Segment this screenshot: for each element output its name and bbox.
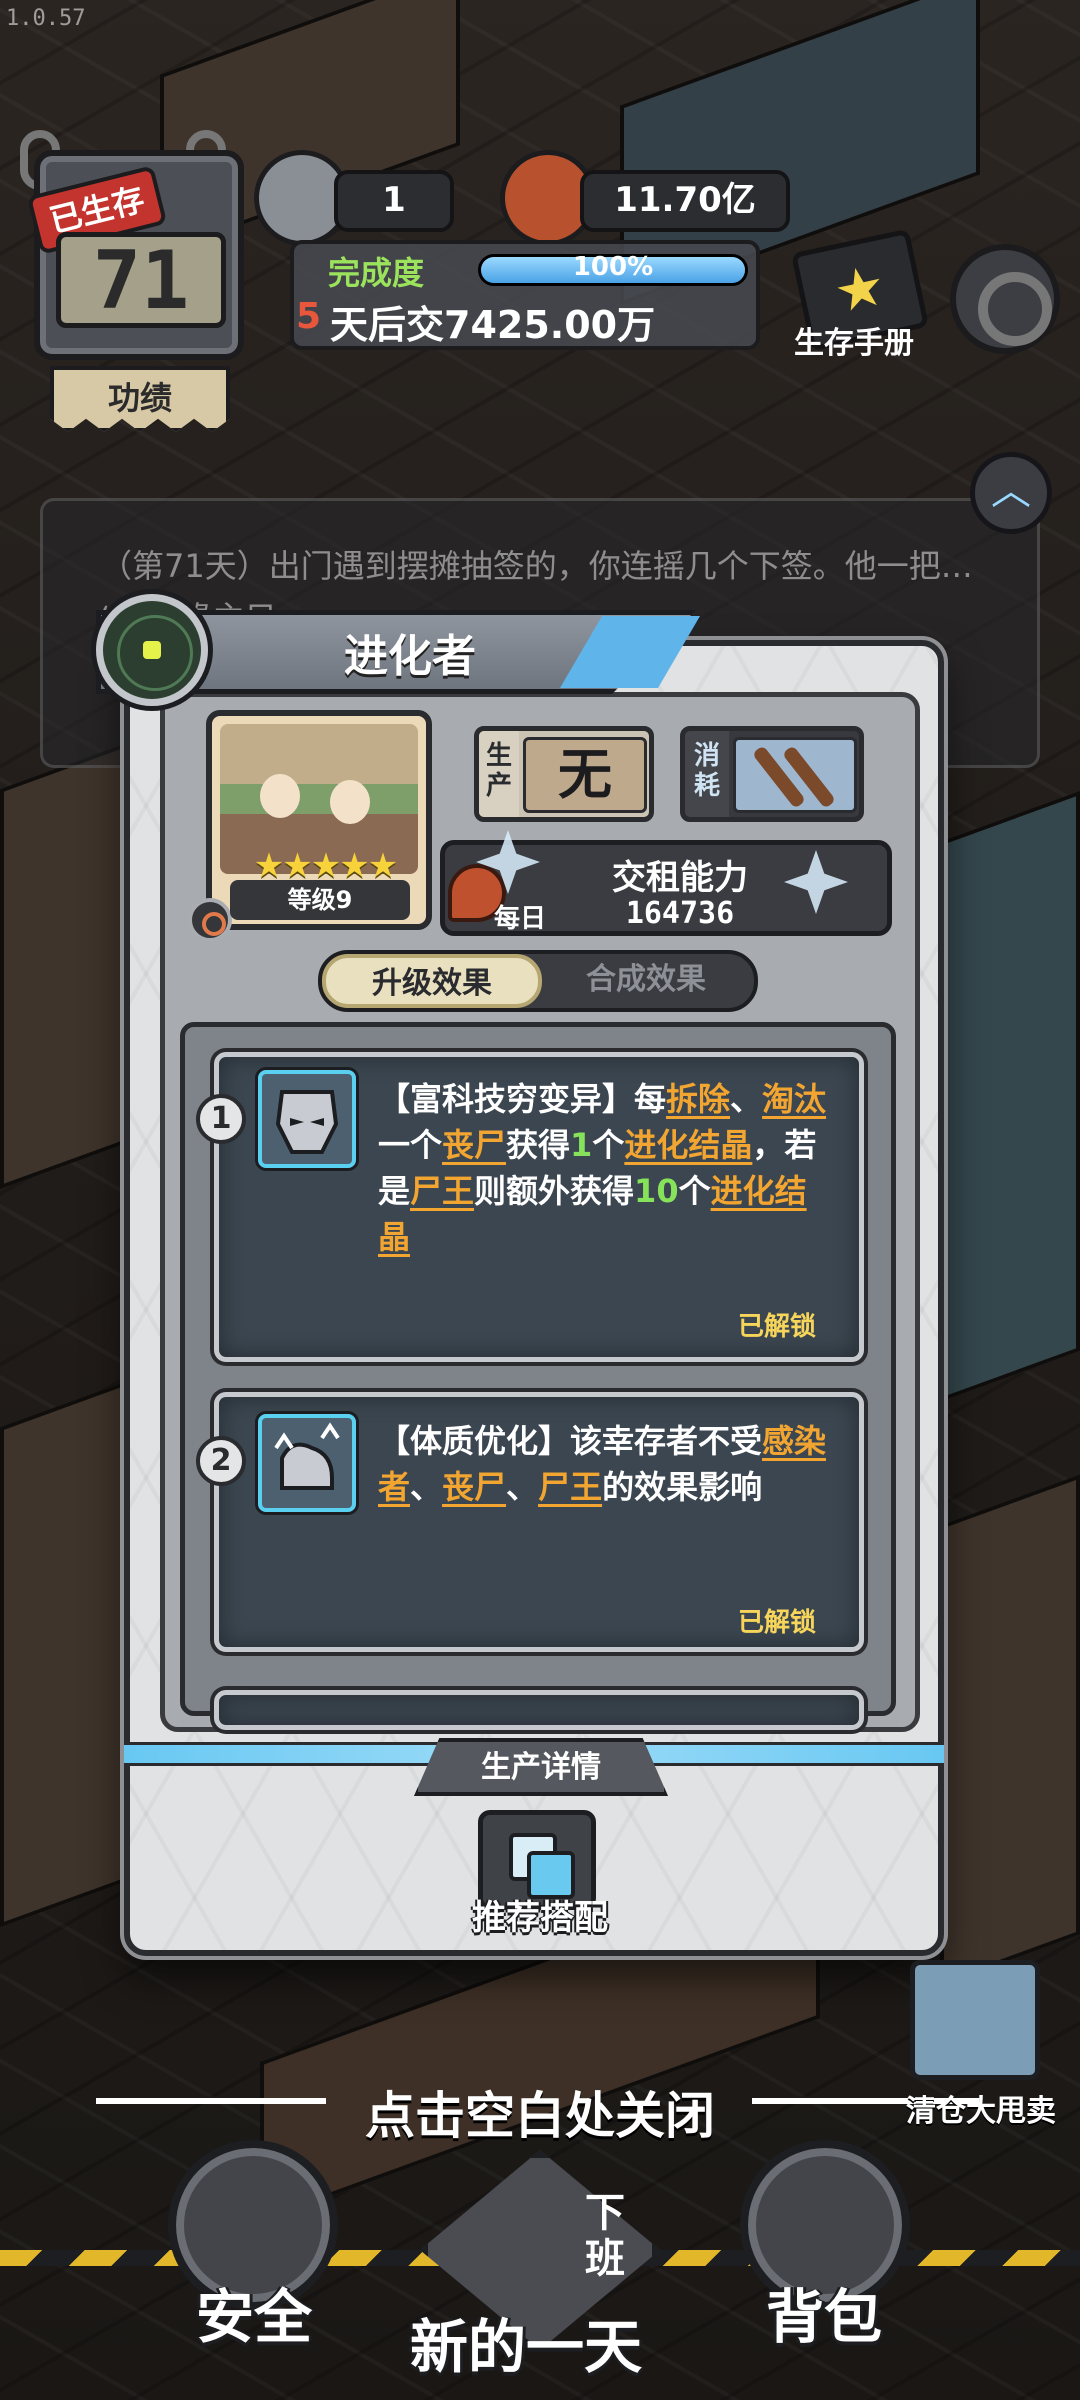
settings-gear-icon[interactable] <box>950 244 1060 354</box>
off-work-label: 下班 <box>585 2190 625 2282</box>
tab-synthesis-effects[interactable]: 合成效果 <box>536 954 756 1008</box>
effect-keyword[interactable]: 淘汰 <box>762 1080 826 1118</box>
effect-text-segment: 一个 <box>378 1126 443 1164</box>
backpack-label[interactable]: 背包 <box>766 2270 882 2354</box>
effect-keyword[interactable]: 丧尸 <box>442 1126 506 1164</box>
effect-text-segment: 个 <box>592 1126 625 1164</box>
rent-daily-label: 每日 <box>494 904 547 934</box>
safety-label[interactable]: 安全 <box>196 2270 312 2354</box>
effect-text-segment: 【富科技穷变异】每 <box>378 1080 667 1118</box>
skewer-icon <box>733 737 857 813</box>
level-label: 等级9 <box>230 880 410 920</box>
effect-keyword[interactable]: 丧尸 <box>442 1468 506 1506</box>
version-label: 1.0.57 <box>6 6 86 31</box>
consume-panel: 消耗 <box>680 726 864 822</box>
produce-value: 无 <box>523 737 647 813</box>
effect-keyword[interactable]: 尸王 <box>538 1468 602 1506</box>
effect-text-segment: 获得 <box>506 1126 571 1164</box>
completion-label: 完成度 <box>328 254 425 292</box>
effect-text-segment: 、 <box>730 1080 763 1118</box>
effect-index: 1 <box>196 1094 246 1144</box>
merit-button[interactable]: 功绩 <box>50 366 230 432</box>
rent-due-text: 天后交7425.00万 <box>330 303 656 347</box>
level-ring-icon <box>188 898 232 942</box>
new-day-label[interactable]: 新的一天 <box>410 2300 642 2384</box>
modal-title: 进化者 <box>344 631 476 682</box>
clearance-sale-label[interactable]: 清仓大甩卖 <box>906 2086 1056 2130</box>
production-details-tab[interactable]: 生产详情 <box>414 1738 668 1796</box>
muscle-arm-icon <box>258 1414 356 1512</box>
effect-number: 10 <box>634 1172 679 1210</box>
completion-percent: 100% <box>572 252 654 282</box>
effect-number: 1 <box>570 1126 593 1164</box>
effect-text-segment: 的效果影响 <box>602 1468 763 1506</box>
resource-count: 1 <box>334 170 454 232</box>
unlock-status: 已解锁 <box>738 1608 817 1638</box>
unlock-status: 已解锁 <box>738 1312 817 1342</box>
effect-text-segment: 【体质优化】该幸存者不受 <box>378 1422 763 1460</box>
effect-index: 2 <box>196 1436 246 1486</box>
effect-keyword[interactable]: 进化结晶 <box>624 1126 752 1164</box>
due-days: 5 <box>296 296 322 337</box>
effect-text-segment: 、 <box>410 1468 443 1506</box>
recommend-pairing-label[interactable]: 推荐搭配 <box>460 1890 620 1939</box>
money-display: 11.70亿 <box>580 170 790 232</box>
hint-divider <box>96 2098 326 2104</box>
day-count: 71 <box>56 232 226 328</box>
effect-text-segment: 则额外获得 <box>474 1172 635 1210</box>
consume-label: 消耗 <box>685 731 729 817</box>
muscle-arm-glyph <box>274 1422 340 1490</box>
effect-description: 【体质优化】该幸存者不受感染者、丧尸、尸王的效果影响 <box>378 1418 838 1510</box>
iron-mask-icon <box>258 1070 356 1168</box>
effect-description: 【富科技穷变异】每拆除、淘汰一个丧尸获得1个进化结晶，若是尸王则额外获得10个进… <box>378 1076 838 1260</box>
radar-icon <box>96 594 208 706</box>
tab-upgrade-effects[interactable]: 升级效果 <box>322 954 542 1008</box>
collapse-chevron-up-icon[interactable]: ︿ <box>970 452 1052 534</box>
rent-ability-title: 交租能力 <box>612 858 748 898</box>
close-hint: 点击空白处关闭 <box>365 2087 715 2145</box>
clearance-sale-icon[interactable] <box>910 1960 1040 2080</box>
effect-text-segment: 个 <box>678 1172 711 1210</box>
effect-keyword[interactable]: 尸王 <box>410 1172 474 1210</box>
produce-panel: 生产 无 <box>474 726 654 822</box>
produce-label: 生产 <box>479 731 519 817</box>
survival-manual-label[interactable]: 生存手册 <box>794 318 914 362</box>
iron-mask-glyph <box>275 1090 339 1154</box>
rent-ability-value: 164736 <box>625 896 735 931</box>
effect-card-partial <box>214 1690 864 1730</box>
effect-text-segment: 、 <box>506 1468 539 1506</box>
effect-keyword[interactable]: 拆除 <box>666 1080 730 1118</box>
